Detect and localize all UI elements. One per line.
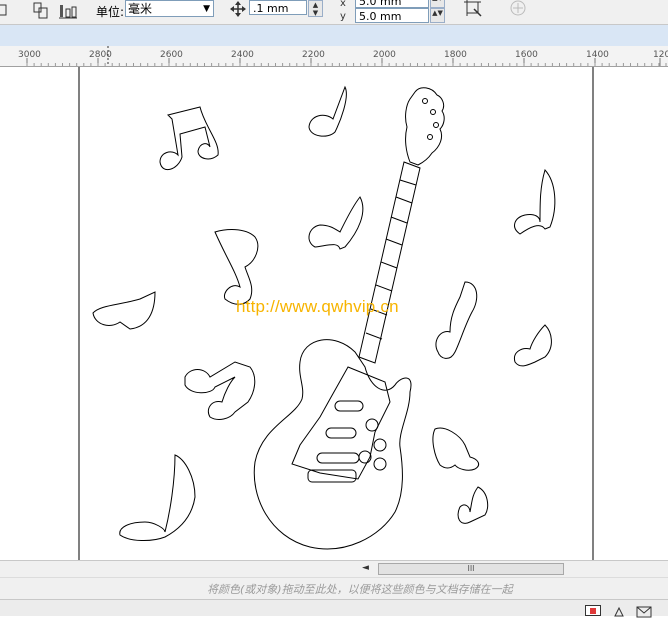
drawing-canvas[interactable]: http://www.qwhvip.cn (0, 67, 668, 560)
scrollbar-grip: III (467, 564, 475, 573)
add-preset-icon[interactable] (508, 0, 528, 18)
docker-strip (0, 25, 668, 46)
nudge-distance-value: .1 mm (253, 2, 289, 15)
distribute-objects-icon[interactable] (58, 1, 78, 21)
nudge-spinner[interactable]: ▲ ▼ (308, 0, 323, 17)
unit-select[interactable]: 毫米 ▼ (125, 0, 214, 17)
scroll-left-arrow[interactable]: ◄ (362, 563, 369, 573)
duplicate-x-spinner[interactable]: ▲▼ (430, 0, 445, 8)
fill-tool-icon[interactable] (613, 603, 625, 617)
duplicate-distance-y-value: 5.0 mm (359, 10, 402, 23)
duplicate-y-spinner[interactable]: ▲▼ (430, 8, 445, 23)
nudge-distance-icon (228, 0, 248, 20)
horizontal-ruler[interactable]: 3000 2800 2600 2400 2200 2000 1800 1600 … (0, 46, 668, 67)
toolbar-partial-button[interactable] (0, 1, 20, 21)
fill-color-icon[interactable] (585, 605, 601, 616)
horizontal-scrollbar[interactable]: ◄ III (0, 560, 668, 578)
duplicate-distance-y-input[interactable]: 5.0 mm (355, 8, 429, 23)
duplicate-distance-x-value: 5.0 mm (359, 0, 402, 8)
ruler-label: 1400 (586, 50, 609, 60)
ruler-label: 2600 (160, 50, 183, 60)
ruler-label: 3000 (18, 50, 41, 60)
ruler-label: 1600 (515, 50, 538, 60)
align-objects-icon[interactable] (31, 1, 51, 21)
guitar-drawing (253, 87, 445, 550)
nudge-distance-input[interactable]: .1 mm (249, 0, 307, 15)
svg-text:y: y (340, 11, 346, 22)
unit-select-value: 毫米 (128, 2, 153, 16)
watermark-text: http://www.qwhvip.cn (236, 297, 399, 316)
ruler-label: 2000 (373, 50, 396, 60)
status-bar (0, 599, 668, 618)
color-tray-hint: 将颜色(或对象)拖动至此处，以便将这些颜色与文档存储在一起 (207, 583, 513, 596)
ruler-label: 2800 (89, 50, 112, 60)
color-tray[interactable]: 将颜色(或对象)拖动至此处，以便将这些颜色与文档存储在一起 (0, 577, 668, 600)
ruler-label: 2400 (231, 50, 254, 60)
property-bar: 单位: 毫米 ▼ .1 mm ▲▼ x 5.0 mm y 5.0 mm ▲▼ ▲… (0, 0, 668, 25)
ruler-label: 120 (653, 50, 668, 60)
unit-label: 单位: (96, 5, 125, 19)
outline-mail-icon[interactable] (636, 603, 652, 618)
duplicate-distance-x-input[interactable]: 5.0 mm (355, 0, 429, 8)
chevron-down-icon: ▼ (203, 4, 210, 14)
ruler-label: 2200 (302, 50, 325, 60)
scrollbar-thumb[interactable]: III (378, 563, 564, 575)
snap-to-objects-icon[interactable] (463, 0, 483, 18)
ruler-label: 1800 (444, 50, 467, 60)
